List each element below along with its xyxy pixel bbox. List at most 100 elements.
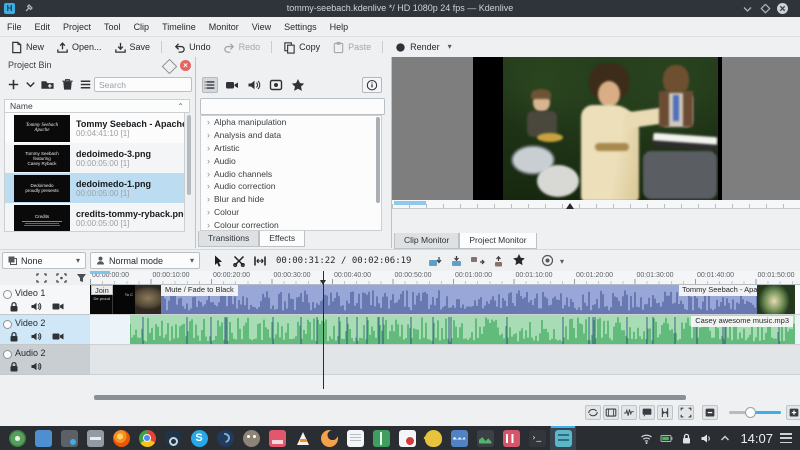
effect-category-row[interactable]: ›Blur and hide: [201, 193, 381, 206]
timeline-header-icon-1[interactable]: [36, 273, 47, 283]
maximize-icon[interactable]: [760, 4, 771, 14]
automatic-transitions-icon[interactable]: [585, 405, 601, 420]
create-folder-icon[interactable]: [40, 77, 55, 92]
menu-item-project[interactable]: Project: [63, 22, 91, 32]
hide-video-icon[interactable]: [52, 331, 64, 342]
bin-search-input[interactable]: [94, 77, 192, 92]
effects-info-button[interactable]: [362, 77, 382, 93]
taskbar-icon-blocked-document-app[interactable]: [394, 426, 420, 450]
bin-clip-row[interactable]: Tommy Seebach ApacheTommy Seebach - Apac…: [5, 113, 184, 143]
panel-menu-icon[interactable]: [780, 433, 792, 443]
effect-category-row[interactable]: ›Alpha manipulation: [201, 116, 381, 129]
minimize-icon[interactable]: [742, 4, 753, 14]
effect-category-row[interactable]: ›Analysis and data: [201, 129, 381, 142]
menu-item-settings[interactable]: Settings: [284, 22, 317, 32]
lock-icon[interactable]: [8, 361, 20, 372]
menu-item-edit[interactable]: Edit: [35, 22, 51, 32]
clock[interactable]: 14:07: [740, 431, 773, 446]
volume-icon[interactable]: [700, 432, 713, 445]
menu-item-tool[interactable]: Tool: [104, 22, 121, 32]
lock-icon[interactable]: [8, 301, 20, 312]
effect-category-row[interactable]: ›Audio channels: [201, 167, 381, 180]
video-effects-icon[interactable]: [224, 77, 240, 93]
taskbar-icon-vlc[interactable]: [290, 426, 316, 450]
taskbar-icon-audio-mixer[interactable]: [498, 426, 524, 450]
taskbar-icon-terminal[interactable]: [524, 426, 550, 450]
taskbar-icon-text-document-app[interactable]: [342, 426, 368, 450]
taskbar-icon-swirl-app[interactable]: [212, 426, 238, 450]
lift-zone-icon[interactable]: [491, 256, 506, 267]
favorite-effects-icon[interactable]: [290, 77, 306, 93]
filter-funnel-icon[interactable]: [76, 273, 87, 283]
taskbar-icon-virtual-desktop-pager[interactable]: [30, 426, 56, 450]
zoom-fit-icon[interactable]: [678, 405, 694, 420]
menu-item-monitor[interactable]: Monitor: [209, 22, 239, 32]
tab-transitions[interactable]: Transitions: [198, 231, 259, 247]
zoom-out-icon[interactable]: [702, 405, 718, 420]
add-clip-icon[interactable]: [6, 77, 21, 92]
track-target-radio[interactable]: [3, 320, 12, 329]
zoom-slider[interactable]: [729, 411, 781, 414]
effect-category-row[interactable]: ›Audio: [201, 154, 381, 167]
taskbar-icon-kteatime[interactable]: [420, 426, 446, 450]
menu-item-clip[interactable]: Clip: [134, 22, 150, 32]
zoom-in-icon[interactable]: [786, 405, 800, 420]
menu-item-timeline[interactable]: Timeline: [162, 22, 196, 32]
monitor-seek-ruler[interactable]: [392, 200, 800, 209]
bin-view-mode-icon[interactable]: [78, 77, 93, 92]
bin-scrollbar[interactable]: [187, 115, 191, 195]
track-target-radio[interactable]: [3, 350, 12, 359]
timeline-clip-apache-video[interactable]: Mute / Fade to Black Tommy Seebach - Apa…: [135, 285, 795, 314]
bin-clip-row[interactable]: Tommy Seebach featuring Casey Rybackdedo…: [5, 143, 184, 173]
timeline-playhead[interactable]: [323, 271, 324, 389]
bin-clip-row[interactable]: Creditscredits-tommy-ryback.png00:00:05:…: [5, 203, 184, 232]
taskbar-icon-system-monitor[interactable]: [446, 426, 472, 450]
track-header-video2[interactable]: Video 2: [0, 315, 90, 345]
undo-button[interactable]: Undo: [169, 39, 215, 55]
taskbar-icon-firefox[interactable]: [108, 426, 134, 450]
close-panel-icon[interactable]: ×: [180, 60, 191, 71]
save-button[interactable]: Save: [110, 39, 155, 55]
menu-item-help[interactable]: Help: [330, 22, 349, 32]
lock-icon[interactable]: [680, 432, 693, 445]
delete-clip-icon[interactable]: [60, 77, 75, 92]
add-clip-chevron-icon[interactable]: [23, 77, 38, 92]
show-audio-thumbnails-icon[interactable]: [621, 405, 637, 420]
transition-join-label[interactable]: Join: [91, 285, 113, 295]
taskbar-icon-application-launcher[interactable]: [4, 426, 30, 450]
taskbar-icon-chrome[interactable]: [134, 426, 160, 450]
mute-icon[interactable]: [30, 361, 42, 372]
effect-category-row[interactable]: ›Colour correction: [201, 218, 381, 231]
video-preview-frame[interactable]: [473, 57, 722, 200]
show-all-effects-icon[interactable]: [202, 77, 218, 93]
timeline-clip-casey-music[interactable]: Casey awesome music.mp3: [130, 315, 795, 344]
show-marker-comments-icon[interactable]: [639, 405, 655, 420]
expand-arrow-icon[interactable]: [720, 432, 730, 445]
tab-effects[interactable]: Effects: [259, 231, 305, 247]
track-compositing-select[interactable]: None▾: [2, 252, 86, 269]
mute-icon[interactable]: [30, 301, 42, 312]
track-header-video1[interactable]: Video 1: [0, 285, 90, 315]
taskbar-icon-gimp[interactable]: [238, 426, 264, 450]
paste-button[interactable]: Paste: [328, 39, 375, 55]
edit-mode-select[interactable]: Normal mode▾: [90, 252, 200, 269]
effect-category-row[interactable]: ›Artistic: [201, 142, 381, 155]
hide-video-icon[interactable]: [52, 301, 64, 312]
selection-tool-icon[interactable]: [210, 254, 226, 268]
overwrite-zone-icon[interactable]: [449, 256, 464, 267]
favorite-star-icon[interactable]: [512, 253, 526, 267]
lock-icon[interactable]: [8, 331, 20, 342]
titlebar[interactable]: H tommy-seebach.kdenlive */ HD 1080p 24 …: [0, 0, 800, 17]
taskbar-icon-steam[interactable]: [160, 426, 186, 450]
timeline-zone-bar[interactable]: [90, 271, 110, 274]
render-chevron-icon[interactable]: ▾: [448, 40, 452, 54]
track-video1[interactable]: De proud To C Join Mute / Fade to Black …: [90, 285, 800, 315]
show-video-thumbnails-icon[interactable]: [603, 405, 619, 420]
monitor-zone-bar[interactable]: [394, 201, 426, 205]
wifi-icon[interactable]: [640, 432, 653, 445]
track-target-radio[interactable]: [3, 290, 12, 299]
bin-column-header[interactable]: Name⌃: [4, 99, 190, 113]
taskbar-icon-skype[interactable]: [186, 426, 212, 450]
effects-search-input[interactable]: [200, 98, 385, 115]
taskbar-icon-orange-crescent-app[interactable]: [316, 426, 342, 450]
